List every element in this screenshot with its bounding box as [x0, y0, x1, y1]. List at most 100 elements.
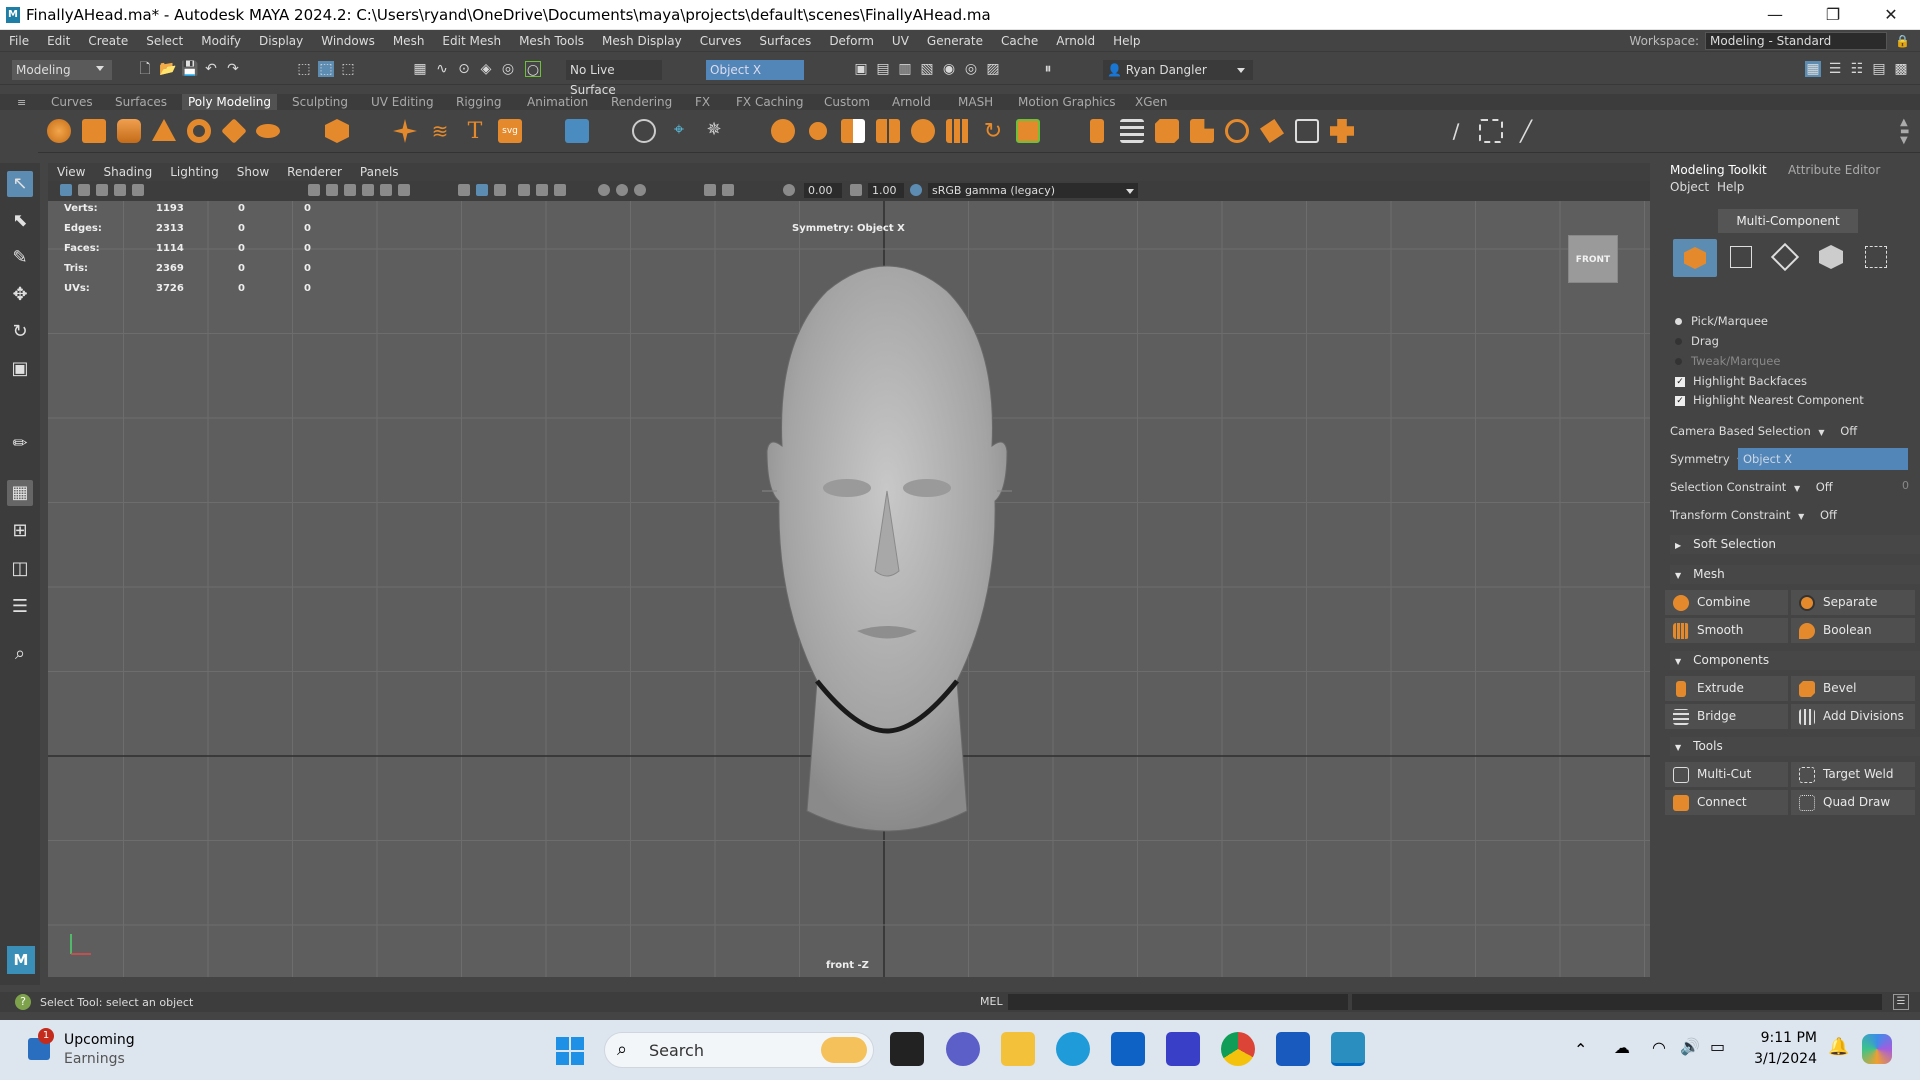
symmetry-value-field[interactable]: Object X	[1738, 448, 1908, 470]
open-scene-icon[interactable]: 📂	[159, 61, 176, 77]
reduce-icon[interactable]: ↻	[981, 119, 1005, 144]
combine-shelf-icon[interactable]	[771, 119, 795, 143]
menu-generate[interactable]: Generate	[918, 34, 992, 48]
xray-joints-icon[interactable]	[494, 184, 506, 196]
color-space-dropdown[interactable]: sRGB gamma (legacy)	[928, 183, 1138, 198]
menu-mesh-tools[interactable]: Mesh Tools	[510, 34, 593, 48]
isolate-select-icon[interactable]	[616, 184, 628, 196]
uv-editor-icon[interactable]	[565, 119, 589, 143]
menu-display[interactable]: Display	[250, 34, 312, 48]
gate-mask-icon[interactable]	[634, 184, 646, 196]
shelf-tab-poly-modeling[interactable]: Poly Modeling	[182, 94, 277, 110]
smooth-button[interactable]: Smooth	[1665, 618, 1788, 643]
lock-icon[interactable]: 🔒	[1895, 34, 1910, 48]
menu-curves[interactable]: Curves	[691, 34, 751, 48]
toolkit-menu-help[interactable]: Help	[1717, 180, 1744, 194]
undo-icon[interactable]: ↶	[203, 61, 219, 77]
highlight-backfaces-checkbox[interactable]: ✓ Highlight Backfaces	[1675, 374, 1807, 388]
exposure-icon[interactable]	[783, 184, 795, 196]
quad-draw-button[interactable]: Quad Draw	[1791, 790, 1915, 815]
depth-of-field-icon[interactable]	[598, 184, 610, 196]
object-mode-icon[interactable]	[1673, 239, 1717, 277]
shelf-tab-sculpting[interactable]: Sculpting	[292, 94, 348, 110]
select-hierarchy-icon[interactable]: ⬚	[296, 61, 312, 77]
search-icon[interactable]: ⌕	[7, 641, 33, 667]
camera-attributes-icon[interactable]	[78, 184, 90, 196]
viewport-panel[interactable]: Verts: 1193 0 0 Edges: 2313 0 0 Faces: 1…	[48, 201, 1650, 977]
merge-icon[interactable]	[1260, 119, 1284, 143]
show-channel-box-icon[interactable]: ▤	[1871, 61, 1887, 77]
highlight-nearest-checkbox[interactable]: ✓ Highlight Nearest Component	[1675, 393, 1864, 407]
menu-surfaces[interactable]: Surfaces	[750, 34, 820, 48]
outliner-layout-icon[interactable]: ☰	[7, 594, 33, 620]
script-editor-icon[interactable]: ☰	[1893, 994, 1909, 1010]
separate-shelf-icon[interactable]	[806, 119, 830, 143]
quad-draw-shelf-icon[interactable]	[1330, 119, 1354, 143]
edge-mode-icon[interactable]	[1770, 242, 1800, 272]
camera-based-selection-row[interactable]: Camera Based Selection ▼ Off	[1670, 424, 1857, 438]
edge-icon[interactable]	[1056, 1032, 1090, 1066]
show-hidden-icons-chevron[interactable]: ⌃	[1574, 1040, 1587, 1059]
shelf-tab-animation[interactable]: Animation	[527, 94, 588, 110]
show-layer-editor-icon[interactable]: ▩	[1893, 61, 1909, 77]
collapse-icon[interactable]	[1295, 119, 1319, 143]
camera-select-icon[interactable]	[632, 119, 656, 143]
lasso-tool-icon[interactable]: ⬉	[7, 208, 33, 234]
select-object-icon[interactable]: ⬚	[318, 61, 334, 77]
target-weld-button[interactable]: Target Weld	[1791, 762, 1915, 787]
separate-button[interactable]: Separate	[1791, 590, 1915, 615]
shelf-tab-rigging[interactable]: Rigging	[456, 94, 501, 110]
pause-icon[interactable]: ⏸	[1040, 61, 1056, 77]
xray-icon[interactable]	[458, 184, 470, 196]
boolean-shelf-icon[interactable]	[946, 119, 970, 143]
fill-hole-icon[interactable]	[1190, 119, 1214, 143]
smooth-shade-icon[interactable]	[326, 184, 338, 196]
menu-uv[interactable]: UV	[883, 34, 918, 48]
show-tool-settings-icon[interactable]: ☷	[1849, 61, 1865, 77]
exposure-field[interactable]: 0.00	[804, 183, 842, 198]
gamma-icon[interactable]	[850, 184, 862, 196]
menu-deform[interactable]: Deform	[820, 34, 883, 48]
mirror-icon[interactable]	[876, 119, 900, 143]
head-mesh[interactable]	[687, 241, 1087, 841]
toolkit-menu-object[interactable]: Object	[1670, 180, 1709, 194]
shelf-tab-fx-caching[interactable]: FX Caching	[736, 94, 803, 110]
bevel-shelf-icon[interactable]	[1155, 119, 1179, 143]
single-perspective-layout-icon[interactable]: ▦	[7, 480, 33, 506]
snap-curve-icon[interactable]: ∿	[434, 61, 450, 77]
viewport-menu-show[interactable]: Show	[228, 165, 278, 179]
close-button[interactable]: ✕	[1862, 5, 1920, 24]
resolution-gate-icon[interactable]	[722, 184, 734, 196]
multi-component-button[interactable]: Multi-Component	[1718, 209, 1858, 233]
shelf-tab-arnold[interactable]: Arnold	[892, 94, 931, 110]
viewport-menu-view[interactable]: View	[48, 165, 94, 179]
menu-edit[interactable]: Edit	[38, 34, 79, 48]
selection-constraint-number[interactable]: 0	[1885, 479, 1909, 492]
show-modeling-toolkit-icon[interactable]: ▦	[1805, 61, 1821, 77]
render-frame-icon[interactable]: ▣	[853, 61, 869, 77]
poly-sphere-icon[interactable]	[47, 119, 71, 143]
selection-constraint-row[interactable]: Selection Constraint ▼ Off	[1670, 480, 1833, 494]
add-divisions-button[interactable]: Add Divisions	[1791, 704, 1915, 729]
boolean-button[interactable]: Boolean	[1791, 618, 1915, 643]
film-gate-icon[interactable]	[704, 184, 716, 196]
textured-icon[interactable]	[362, 184, 374, 196]
new-scene-icon[interactable]: 🗋	[137, 61, 153, 77]
script-language-toggle[interactable]: MEL	[980, 995, 1003, 1008]
move-tool-icon[interactable]: ✥	[7, 282, 33, 308]
target-weld-shelf-icon[interactable]	[1479, 119, 1503, 143]
snap-projected-icon[interactable]: ◈	[478, 61, 494, 77]
shelf-tab-uv-editing[interactable]: UV Editing	[371, 94, 434, 110]
vertex-mode-icon[interactable]	[1730, 246, 1752, 268]
shelf-tab-fx[interactable]: FX	[695, 94, 710, 110]
start-button-icon[interactable]	[556, 1037, 584, 1065]
last-tool-icon[interactable]: ✏	[7, 431, 33, 457]
shelf-tab-motion-graphics[interactable]: Motion Graphics	[1018, 94, 1116, 110]
task-view-icon[interactable]	[890, 1032, 924, 1066]
color-management-icon[interactable]	[910, 184, 922, 196]
volume-icon[interactable]: 🔊	[1680, 1037, 1700, 1056]
shelf-scroll-icon[interactable]: ▲ ▬ ▼	[1900, 118, 1909, 146]
scale-tool-icon[interactable]: ▣	[7, 356, 33, 382]
microsoft-store-icon[interactable]	[1111, 1032, 1145, 1066]
bridge-button[interactable]: Bridge	[1665, 704, 1788, 729]
